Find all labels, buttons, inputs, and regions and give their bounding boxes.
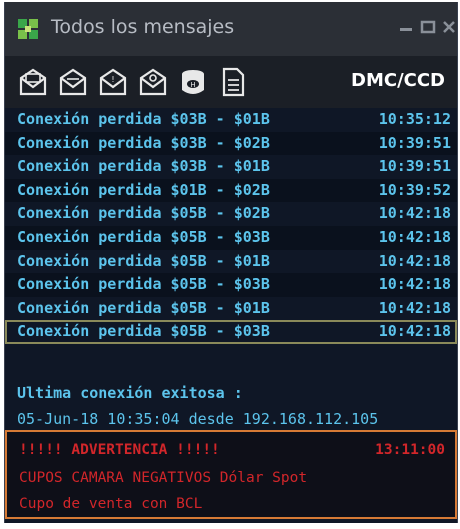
message-row[interactable]: Conexión perdida $03B - $01B 10:35:12 [5,108,457,132]
window-title: Todos los mensajes [51,16,235,38]
message-text: Conexión perdida $05B - $03B [17,227,270,246]
message-time: 10:42:18 [378,298,451,317]
message-text: Conexión perdida $03B - $01B [17,110,270,128]
close-icon[interactable] [441,18,458,38]
message-row[interactable]: Conexión perdida $03B - $02B 10:39:51 [5,131,457,156]
message-row[interactable]: Conexión perdida $05B - $01B 10:42:18 [5,297,457,321]
maximize-icon[interactable] [419,18,439,38]
message-text: Conexión perdida $03B - $01B [17,157,270,176]
message-row[interactable]: Conexión perdida $05B - $03B 10:42:18 [5,225,457,250]
warning-detail: Cupo de venta con BCL [19,496,203,512]
message-text: Conexión perdida $05B - $03B [17,275,270,294]
last-connection-info: Ultima conexión exitosa : 05-Jun-18 10:3… [5,382,457,428]
message-time: 10:42:18 [378,322,451,341]
message-text: Conexión perdida $05B - $01B [17,251,270,270]
toolbar: ! H DMC/CCD [5,56,457,108]
minimize-icon[interactable] [397,18,417,38]
message-text: Conexión perdida $05B - $02B [17,204,270,223]
database-icon[interactable]: H [177,66,209,98]
messages-window: Todos los mensajes ! H DMC/CCD Conexión … [4,2,458,523]
message-row[interactable]: Conexión perdida $05B - $03B 10:42:18 [5,273,457,297]
mail-search-icon[interactable] [137,66,169,98]
message-time: 10:35:12 [378,110,451,128]
mode-label: DMC/CCD [351,70,445,91]
svg-text:!: ! [111,75,114,84]
message-time: 10:42:18 [378,227,451,246]
message-time: 10:42:18 [378,204,451,223]
last-connection-label: Ultima conexión exitosa : [17,384,243,402]
read-mail-icon[interactable] [17,66,49,98]
message-list: Conexión perdida $03B - $01B 10:35:12 Con… [5,108,457,344]
message-text: Conexión perdida $01B - $02B [17,180,270,199]
message-row-selected[interactable]: Conexión perdida $05B - $03B 10:42:18 [5,320,457,344]
mail-warning-icon[interactable]: ! [97,66,129,98]
mail-icon[interactable] [57,66,89,98]
app-logo-icon [18,19,38,39]
message-time: 10:39:51 [378,157,451,176]
message-row[interactable]: Conexión perdida $05B - $01B 10:42:18 [5,250,457,274]
message-text: Conexión perdida $05B - $03B [17,322,270,341]
message-time: 10:39:52 [378,180,451,199]
last-connection-value: 05-Jun-18 10:35:04 desde 192.168.112.105 [17,410,379,428]
title-bar[interactable]: Todos los mensajes [5,2,457,56]
warning-title: !!!!! ADVERTENCIA !!!!! [19,442,220,458]
message-row[interactable]: Conexión perdida $05B - $02B 10:42:18 [5,202,457,226]
message-row[interactable]: Conexión perdida $03B - $01B 10:39:51 [5,155,457,179]
message-text: Conexión perdida $05B - $01B [17,298,270,317]
message-time: 10:42:18 [378,275,451,294]
warning-time: 13:11:00 [375,442,445,458]
document-icon[interactable] [217,66,249,98]
warning-box[interactable]: !!!!! ADVERTENCIA !!!!! 13:11:00 CUPOS C… [5,430,457,519]
warning-message: CUPOS CAMARA NEGATIVOS Dólar Spot [19,470,308,486]
svg-text:H: H [190,81,195,89]
message-row[interactable]: Conexión perdida $01B - $02B 10:39:52 [5,178,457,203]
message-time: 10:39:51 [378,133,451,152]
message-time: 10:42:18 [378,251,451,270]
message-text: Conexión perdida $03B - $02B [17,133,270,152]
